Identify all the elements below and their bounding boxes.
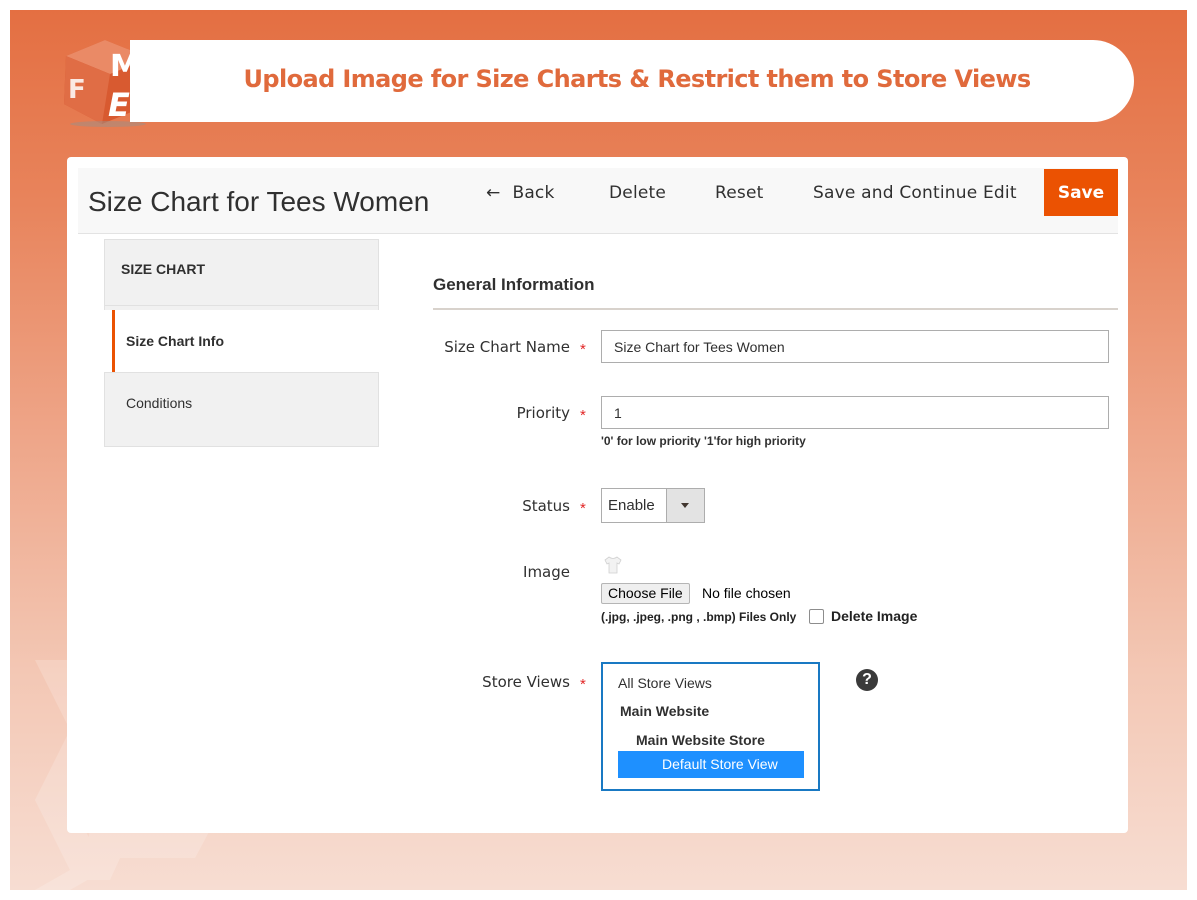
back-label: Back <box>512 183 555 203</box>
banner-title: Upload Image for Size Charts & Restrict … <box>243 65 1032 93</box>
no-file-chosen-text: No file chosen <box>702 585 791 601</box>
required-mark: * <box>580 676 586 693</box>
delete-image-checkbox[interactable] <box>809 609 824 624</box>
banner: Upload Image for Size Charts & Restrict … <box>130 40 1134 122</box>
section-title: General Information <box>433 275 595 294</box>
status-select[interactable]: Enable <box>601 488 705 523</box>
priority-note: '0' for low priority '1'for high priorit… <box>601 434 806 448</box>
size-chart-name-label: Size Chart Name <box>444 338 570 356</box>
back-button[interactable]: ← Back <box>486 183 555 205</box>
svg-text:F: F <box>68 75 86 105</box>
option-default-store-view[interactable]: Default Store View <box>618 751 804 778</box>
page-title: Size Chart for Tees Women <box>88 186 430 217</box>
choose-file-button[interactable]: Choose File <box>601 583 690 604</box>
size-chart-name-input[interactable] <box>601 330 1109 363</box>
optgroup-main-website-store: Main Website Store <box>636 732 765 748</box>
section-divider <box>433 308 1118 310</box>
image-label: Image <box>523 563 570 581</box>
file-types-hint: (.jpg, .jpeg, .png , .bmp) Files Only <box>601 610 797 624</box>
arrow-left-icon: ← <box>486 183 501 203</box>
required-mark: * <box>580 500 586 517</box>
page-actions-toolbar: Size Chart for Tees Women ← Back Delete R… <box>78 168 1118 234</box>
priority-input[interactable] <box>601 396 1109 429</box>
save-and-continue-button[interactable]: Save and Continue Edit <box>813 183 1017 205</box>
required-mark: * <box>580 407 586 424</box>
sidebar: SIZE CHART Size Chart Info Conditions <box>104 239 379 447</box>
tshirt-icon <box>604 556 622 574</box>
admin-panel-card: Size Chart for Tees Women ← Back Delete R… <box>67 157 1128 833</box>
help-icon[interactable]: ? <box>856 669 878 691</box>
status-label: Status <box>522 497 570 515</box>
sidebar-heading: SIZE CHART <box>104 239 379 306</box>
store-views-multiselect[interactable]: All Store Views Main Website Main Websit… <box>601 662 820 791</box>
sidebar-item-size-chart-info[interactable]: Size Chart Info <box>112 310 379 372</box>
status-value: Enable <box>608 497 655 514</box>
svg-text:E: E <box>108 86 130 124</box>
optgroup-main-website: Main Website <box>620 703 710 719</box>
chevron-down-icon <box>681 503 689 508</box>
priority-label: Priority <box>516 404 570 422</box>
delete-image-label: Delete Image <box>831 608 918 624</box>
sidebar-item-conditions[interactable]: Conditions <box>104 372 379 447</box>
reset-button[interactable]: Reset <box>715 183 764 205</box>
option-all-store-views[interactable]: All Store Views <box>618 675 712 691</box>
required-mark: * <box>580 341 586 358</box>
delete-button[interactable]: Delete <box>609 183 666 205</box>
status-dropdown-toggle[interactable] <box>666 489 704 522</box>
save-button[interactable]: Save <box>1044 169 1118 216</box>
store-views-label: Store Views <box>482 673 570 691</box>
